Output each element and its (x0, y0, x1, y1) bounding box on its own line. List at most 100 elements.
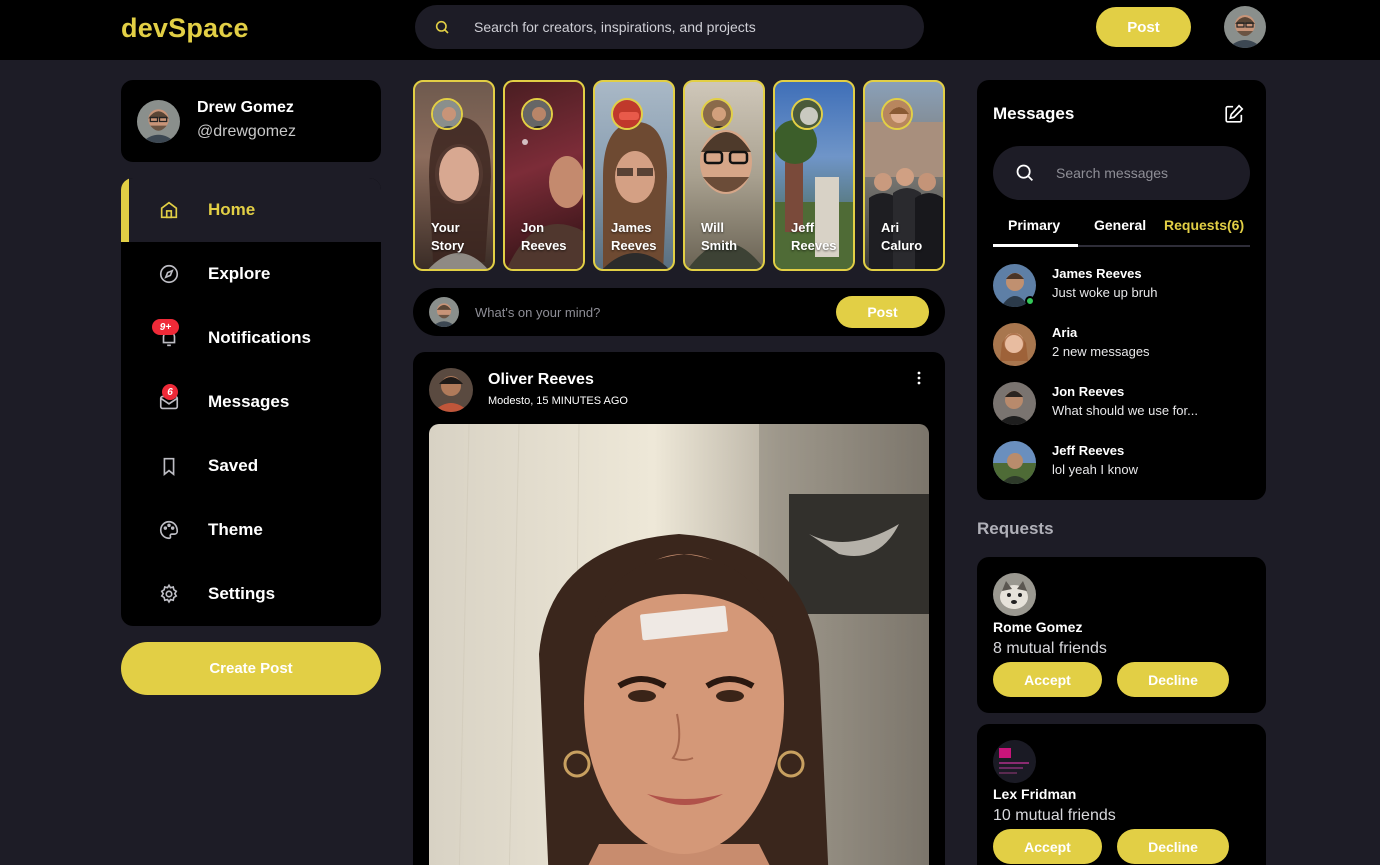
profile-card[interactable]: Drew Gomez @drewgomez (121, 80, 381, 162)
sidebar-item-label: Saved (208, 456, 259, 475)
message-preview: What should we use for... (1052, 403, 1198, 418)
top-navbar: devSpace Search for creators, inspiratio… (0, 0, 1380, 60)
message-preview: 2 new messages (1052, 344, 1150, 359)
story-avatar (791, 98, 823, 130)
story-card[interactable]: Jon Reeves (503, 80, 585, 271)
notifications-badge: 9+ (152, 319, 179, 335)
gear-icon (158, 583, 180, 605)
sidebar-item-label: Settings (208, 584, 276, 603)
message-row[interactable]: Jeff Reeves lol yeah I know (993, 441, 1250, 485)
message-avatar (993, 382, 1036, 425)
request-avatar[interactable] (993, 740, 1036, 783)
story-avatar (881, 98, 913, 130)
story-name: James Reeves (611, 220, 657, 253)
messages-search[interactable]: Search messages (993, 146, 1250, 200)
sidebar-item-messages[interactable]: 6 Messages (121, 370, 381, 434)
message-sender: Jeff Reeves (1052, 443, 1125, 458)
online-indicator (1025, 296, 1035, 306)
story-avatar (611, 98, 643, 130)
sidebar-item-theme[interactable]: Theme (121, 498, 381, 562)
tab-requests[interactable]: Requests(6) (1164, 217, 1244, 233)
messages-badge: 6 (162, 384, 178, 400)
compass-icon (158, 263, 180, 285)
tab-primary[interactable]: Primary (1008, 217, 1060, 233)
post-image[interactable] (429, 424, 929, 865)
message-sender: Jon Reeves (1052, 384, 1125, 399)
sidebar-nav: Home Explore 9+ Notifications 6 Messages… (121, 178, 381, 626)
messages-title: Messages (993, 104, 1075, 123)
message-preview: Just woke up bruh (1052, 285, 1158, 300)
post-author-name[interactable]: Oliver Reeves (488, 371, 594, 389)
story-name: Jon Reeves (521, 220, 567, 253)
friend-request-card: Lex Fridman 10 mutual friends Accept Dec… (977, 724, 1266, 865)
request-mutual: 8 mutual friends (993, 640, 1107, 657)
request-name: Rome Gomez (993, 619, 1083, 635)
message-sender: James Reeves (1052, 266, 1142, 281)
composer-input[interactable]: What's on your mind? (475, 305, 600, 320)
app-logo[interactable]: devSpace (121, 13, 249, 44)
message-row[interactable]: Aria 2 new messages (993, 323, 1250, 367)
story-name: Ari Caluro (881, 220, 923, 253)
message-sender: Aria (1052, 325, 1078, 340)
story-name: Jeff Reeves (791, 220, 837, 253)
sidebar-item-label: Home (208, 200, 256, 219)
story-card[interactable]: Will Smith (683, 80, 765, 271)
create-post-button[interactable]: Create Post (121, 642, 381, 695)
search-bar[interactable]: Search for creators, inspirations, and p… (415, 5, 924, 49)
sidebar-item-explore[interactable]: Explore (121, 242, 381, 306)
story-card[interactable]: Ari Caluro (863, 80, 945, 271)
feed-post: Oliver Reeves Modesto, 15 MINUTES AGO (413, 352, 945, 865)
nav-post-button[interactable]: Post (1096, 7, 1191, 47)
message-preview: lol yeah I know (1052, 462, 1138, 477)
palette-icon (158, 519, 180, 541)
sidebar-item-label: Notifications (208, 328, 311, 347)
story-avatar (521, 98, 553, 130)
composer-avatar (429, 297, 459, 327)
sidebar-item-home[interactable]: Home (121, 178, 381, 242)
profile-handle: @drewgomez (197, 123, 296, 140)
bookmark-icon (158, 455, 180, 477)
message-avatar (993, 441, 1036, 484)
more-options-icon[interactable] (911, 370, 927, 386)
sidebar-item-label: Messages (208, 392, 290, 411)
post-meta: Modesto, 15 MINUTES AGO (488, 395, 628, 407)
messages-panel: Messages Search messages Primary General… (977, 80, 1266, 500)
accept-button[interactable]: Accept (993, 662, 1102, 697)
search-input[interactable]: Search for creators, inspirations, and p… (474, 19, 756, 35)
tab-active-indicator (993, 244, 1078, 247)
search-icon (1014, 162, 1035, 188)
profile-name: Drew Gomez (197, 99, 294, 116)
story-avatar (701, 98, 733, 130)
composer-post-button[interactable]: Post (836, 296, 929, 328)
sidebar-item-label: Theme (208, 520, 263, 539)
sidebar-item-saved[interactable]: Saved (121, 434, 381, 498)
search-icon (434, 19, 450, 40)
story-name: Your Story (431, 220, 465, 253)
message-avatar (993, 323, 1036, 366)
request-avatar[interactable] (993, 573, 1036, 616)
requests-heading: Requests (977, 519, 1054, 538)
compose-icon[interactable] (1223, 103, 1245, 125)
message-row[interactable]: Jon Reeves What should we use for... (993, 382, 1250, 426)
sidebar-item-settings[interactable]: Settings (121, 562, 381, 626)
story-card[interactable]: Your Story (413, 80, 495, 271)
decline-button[interactable]: Decline (1117, 829, 1229, 864)
accept-button[interactable]: Accept (993, 829, 1102, 864)
user-avatar[interactable] (1224, 6, 1266, 48)
story-card[interactable]: James Reeves (593, 80, 675, 271)
tab-general[interactable]: General (1094, 217, 1146, 233)
message-row[interactable]: James Reeves Just woke up bruh (993, 264, 1250, 308)
post-author-avatar[interactable] (429, 368, 473, 412)
story-name: Will Smith (701, 220, 738, 253)
story-card[interactable]: Jeff Reeves (773, 80, 855, 271)
sidebar-item-label: Explore (208, 264, 271, 283)
story-avatar (431, 98, 463, 130)
post-composer: What's on your mind? Post (413, 288, 945, 336)
sidebar-item-notifications[interactable]: 9+ Notifications (121, 306, 381, 370)
profile-avatar[interactable] (137, 100, 180, 143)
request-mutual: 10 mutual friends (993, 807, 1116, 824)
messages-search-input[interactable]: Search messages (1056, 165, 1168, 181)
home-icon (158, 199, 180, 221)
request-name: Lex Fridman (993, 786, 1077, 802)
decline-button[interactable]: Decline (1117, 662, 1229, 697)
